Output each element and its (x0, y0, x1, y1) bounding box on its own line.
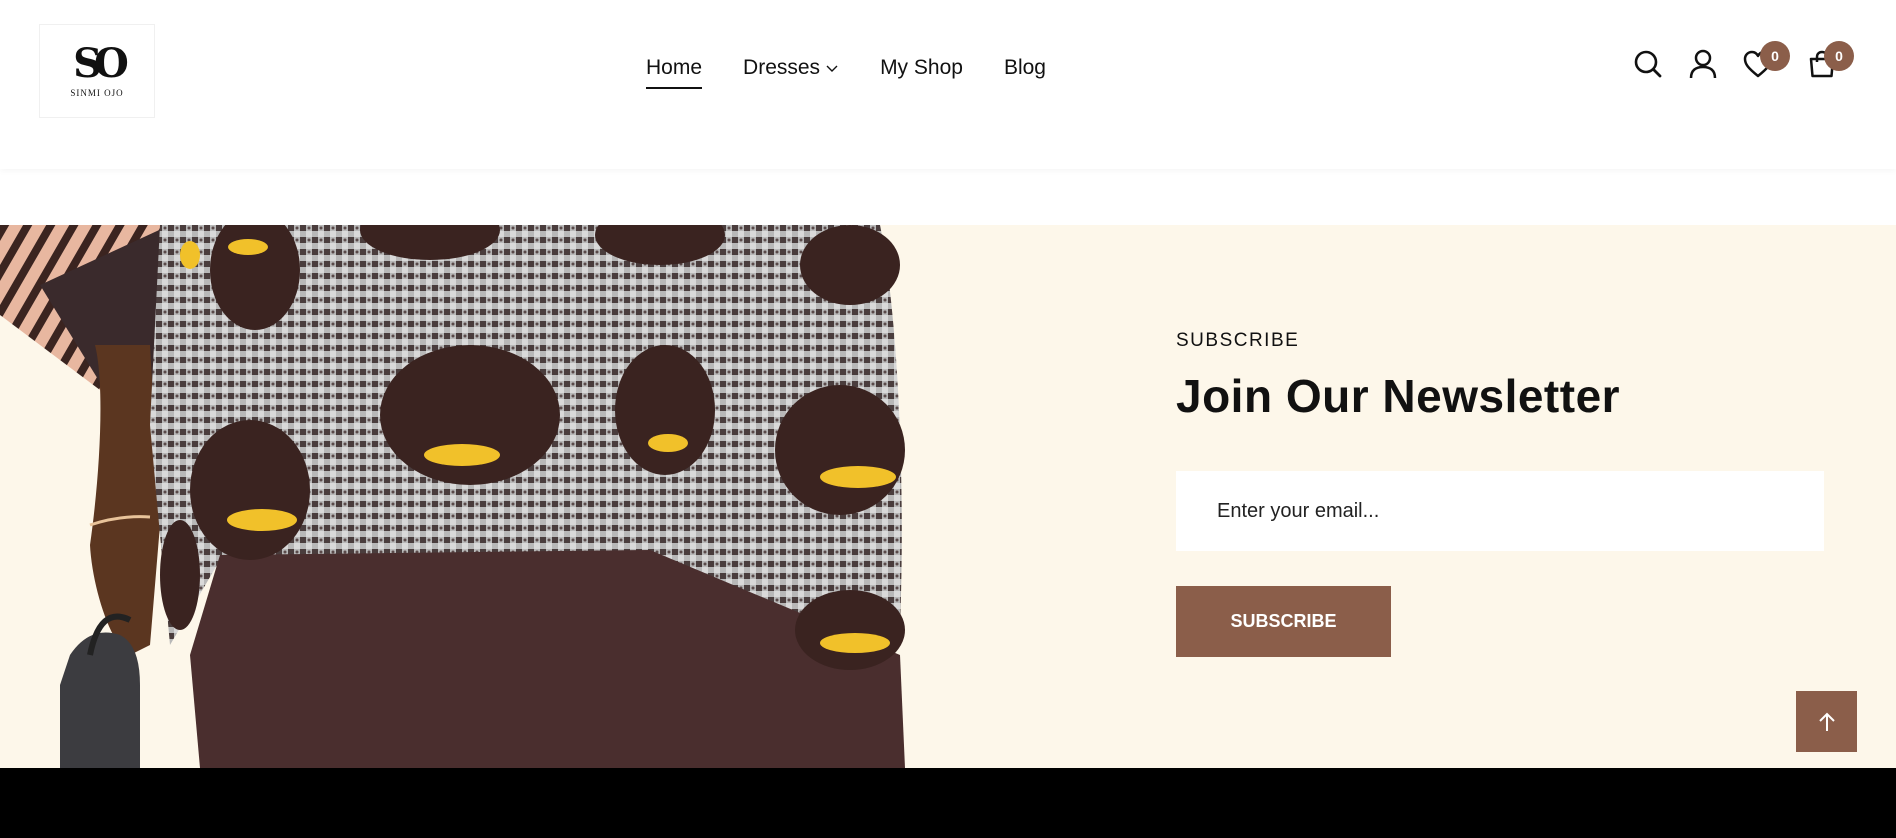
account-button[interactable] (1683, 44, 1723, 84)
cart-button[interactable]: 0 (1802, 41, 1854, 84)
brand-logo[interactable]: SO SINMI OJO (39, 24, 155, 118)
logo-monogram: SO (73, 40, 129, 87)
arrow-up-icon (1818, 712, 1835, 731)
cart-count-badge: 0 (1824, 41, 1854, 71)
wishlist-count-badge: 0 (1760, 41, 1790, 71)
nav-item-label: Home (646, 56, 703, 79)
user-icon (1689, 49, 1717, 79)
email-field[interactable] (1176, 471, 1824, 551)
footer (0, 768, 1896, 838)
nav-item-label: Dresses (743, 56, 821, 79)
chevron-down-icon (826, 65, 838, 72)
back-to-top-button[interactable] (1796, 691, 1857, 752)
newsletter-section: SUBSCRIBE Join Our Newsletter SUBSCRIBE (0, 225, 1896, 768)
nav-item-label: My Shop (880, 56, 963, 79)
nav-item-home[interactable]: Home (646, 56, 703, 89)
nav-item-label: Blog (1003, 56, 1046, 79)
search-button[interactable] (1628, 44, 1668, 84)
newsletter-eyebrow: SUBSCRIBE (1176, 330, 1300, 351)
nav-item-dresses[interactable]: Dresses (743, 56, 839, 80)
site-header: SO SINMI OJO Home Dresses My Shop Blog 0… (0, 0, 1896, 169)
model-dress-photo (0, 225, 905, 768)
nav-item-my-shop[interactable]: My Shop (880, 56, 963, 80)
header-icons: 0 0 (1628, 41, 1854, 84)
logo-wordmark: SINMI OJO (70, 88, 124, 98)
search-icon (1634, 50, 1662, 78)
subscribe-button[interactable]: SUBSCRIBE (1176, 586, 1391, 657)
wishlist-button[interactable]: 0 (1738, 41, 1790, 84)
nav-item-blog[interactable]: Blog (1004, 56, 1046, 80)
main-nav: Home Dresses My Shop Blog (646, 52, 1087, 89)
newsletter-title: Join Our Newsletter (1176, 370, 1621, 422)
